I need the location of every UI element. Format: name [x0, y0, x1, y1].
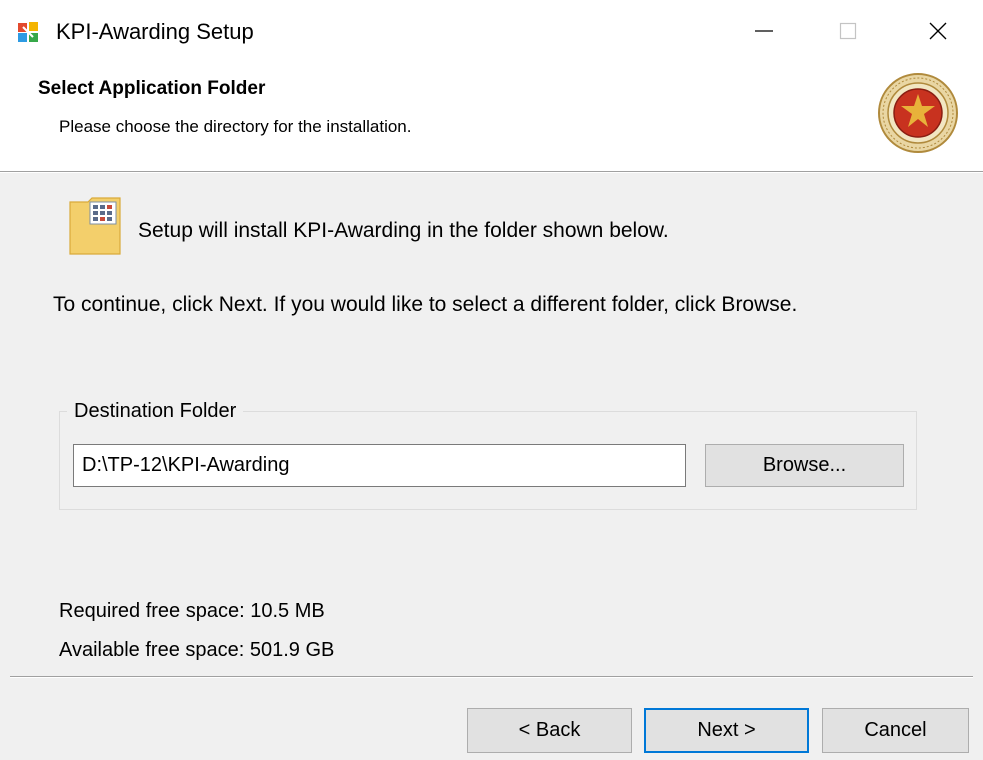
instructions-message: To continue, click Next. If you would li…	[53, 293, 798, 316]
page-subtitle: Please choose the directory for the inst…	[59, 117, 412, 136]
browse-button[interactable]: Browse...	[705, 444, 904, 487]
destination-folder-label: Destination Folder	[67, 398, 244, 424]
installer-app-icon	[18, 22, 38, 42]
footer-divider	[10, 676, 973, 678]
destination-path-input[interactable]	[73, 444, 686, 487]
title-bar: KPI-Awarding Setup	[0, 0, 983, 66]
next-button[interactable]: Next >	[644, 708, 809, 753]
minimize-icon	[755, 30, 773, 32]
maximize-icon	[839, 22, 857, 40]
available-space-text: Available free space: 501.9 GB	[59, 639, 335, 661]
close-button[interactable]	[907, 0, 969, 62]
folder-icon	[69, 197, 121, 255]
intro-message: Setup will install KPI-Awarding in the f…	[138, 219, 669, 242]
university-seal-logo	[878, 73, 958, 153]
header-divider	[0, 171, 983, 173]
close-icon	[929, 22, 947, 40]
back-button[interactable]: < Back	[467, 708, 632, 753]
required-space-text: Required free space: 10.5 MB	[59, 600, 325, 622]
window-title: KPI-Awarding Setup	[56, 19, 254, 44]
wizard-header: Select Application Folder Please choose …	[0, 66, 983, 171]
maximize-button[interactable]	[817, 0, 879, 62]
minimize-button[interactable]	[733, 0, 795, 62]
page-title: Select Application Folder	[38, 78, 266, 99]
setup-window: KPI-Awarding Setup Select Application Fo…	[0, 0, 983, 760]
cancel-button[interactable]: Cancel	[822, 708, 969, 753]
